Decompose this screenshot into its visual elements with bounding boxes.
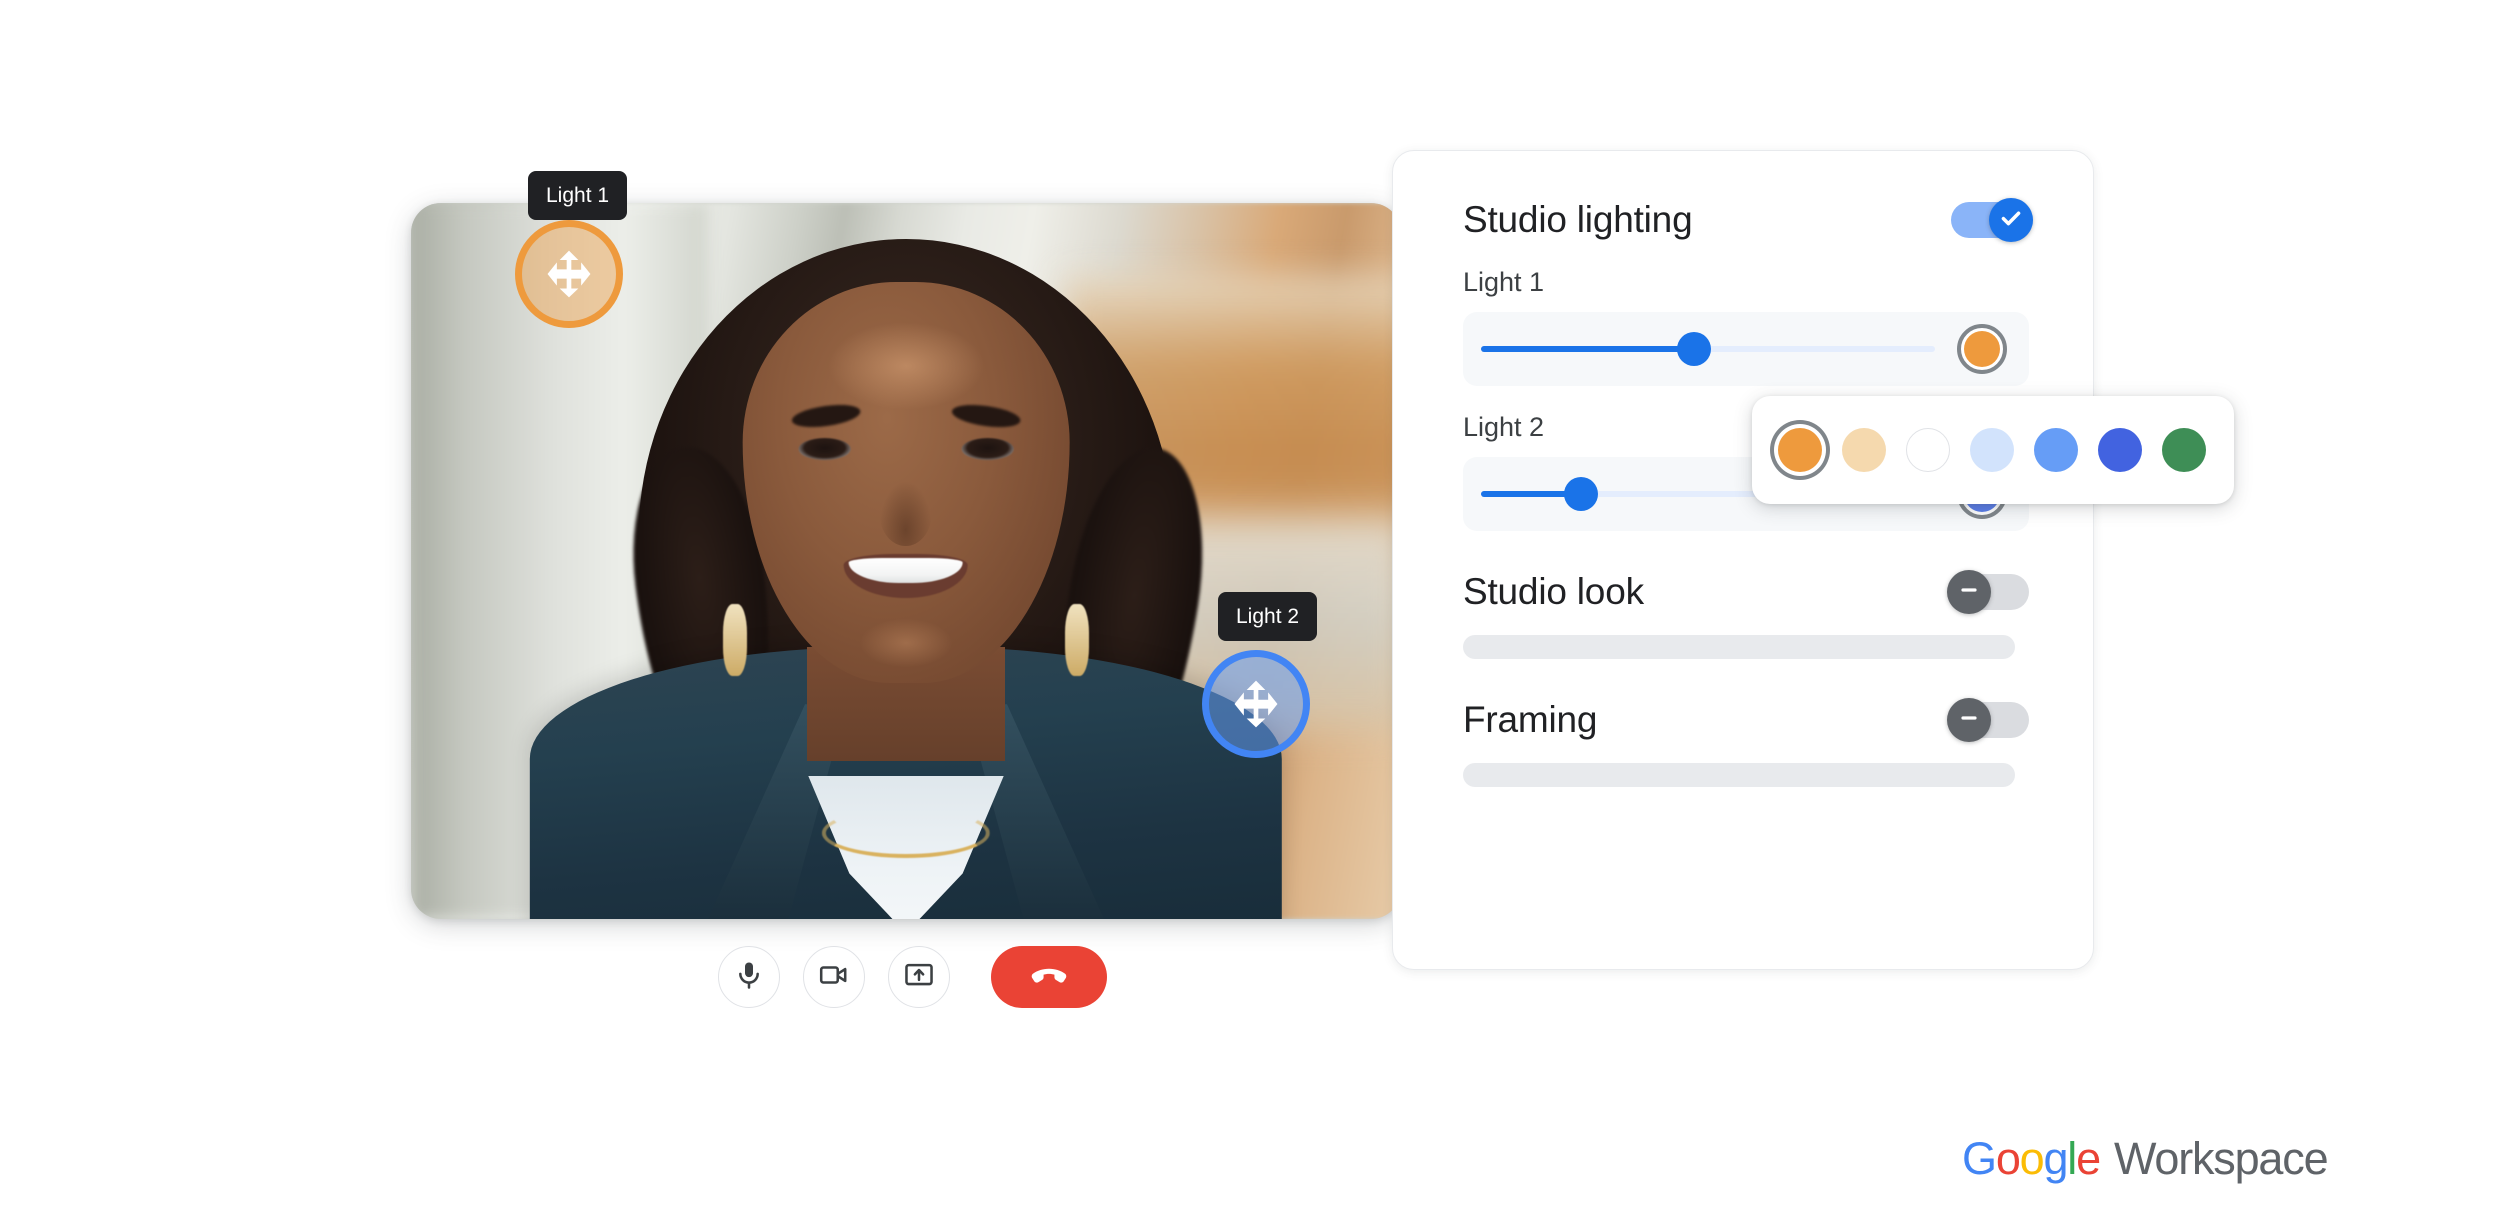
framing-title: Framing [1463,699,1598,740]
effects-settings-panel: Studio lighting Light 1 Light 2 Studio l… [1392,150,2094,970]
panel-spacer [1463,531,2029,571]
color-green[interactable] [2162,428,2206,472]
panel-spacer [1463,659,2029,699]
phone-hangup-icon [1028,954,1070,1001]
swatch-fill [1964,331,2000,367]
minus-icon [1956,705,1982,736]
light-1-tooltip: Light 1 [528,171,628,220]
toggle-thumb [1947,570,1991,614]
studio-look-title: Studio look [1463,571,1644,612]
color-pale-blue[interactable] [1970,428,2014,472]
color-light-blue[interactable] [2034,428,2078,472]
logo-letter-g2: g [2043,1133,2068,1184]
subject-necklace [821,808,991,859]
color-royal-blue[interactable] [2098,428,2142,472]
nose [879,482,933,547]
slider-thumb[interactable] [1563,477,1598,511]
hangup-button[interactable] [991,946,1107,1008]
teeth [848,557,964,584]
color-white[interactable] [1906,428,1950,472]
light-1-drag-handle[interactable] [515,220,623,328]
light-1-control-row [1463,312,2029,386]
slider-fill [1481,346,1695,352]
call-control-bar [718,946,1107,1008]
light-2-tooltip: Light 2 [1218,592,1318,641]
earring-right [1065,603,1090,676]
eye-right [961,438,1014,461]
mouth [843,554,969,599]
minus-icon [1956,577,1982,608]
microphone-icon [733,959,765,996]
studio-lighting-header: Studio lighting [1463,198,2033,242]
toggle-thumb [1989,198,2033,242]
color-warm-cream[interactable] [1842,428,1886,472]
google-workspace-logo: Google Workspace [1962,1133,2329,1185]
color-orange[interactable] [1778,428,1822,472]
logo-letter-o2: o [2019,1133,2045,1184]
logo-letter-l: l [2067,1133,2077,1184]
slider-thumb[interactable] [1677,332,1712,366]
logo-letter-o1: o [1995,1133,2021,1184]
studio-look-header: Studio look [1463,570,2029,614]
face-highlight [827,321,985,411]
framing-placeholder [1463,763,2015,787]
framing-toggle[interactable] [1947,698,2029,742]
move-arrows-icon [541,246,597,302]
move-arrows-icon [1228,676,1284,732]
light-1-color-swatch[interactable] [1957,324,2007,374]
light-1-slider[interactable] [1481,331,1935,367]
microphone-button[interactable] [718,946,780,1008]
video-camera-icon [818,959,850,996]
framing-header: Framing [1463,698,2029,742]
light-1-label: Light 1 [1463,267,1545,297]
earring-left [722,603,747,676]
logo-letter-g: G [1962,1133,1997,1184]
studio-lighting-title: Studio lighting [1463,199,1693,240]
eyebrow-right [950,401,1022,431]
app-stage: Light 1 Light 2 Studio lighting Light 1 … [0,0,2500,1232]
studio-lighting-toggle[interactable] [1951,198,2033,242]
eye-left [798,438,851,461]
camera-button[interactable] [803,946,865,1008]
chin-highlight [860,618,952,667]
logo-workspace-word: Workspace [2113,1133,2329,1184]
logo-letter-e: e [2076,1133,2101,1184]
eyebrow-left [790,401,862,431]
light-color-picker-popup [1752,396,2234,504]
toggle-thumb [1947,698,1991,742]
studio-look-toggle[interactable] [1947,570,2029,614]
present-screen-icon [903,959,935,996]
studio-look-placeholder [1463,635,2015,659]
check-icon [1998,205,2024,236]
present-button[interactable] [888,946,950,1008]
light-2-drag-handle[interactable] [1202,650,1310,758]
